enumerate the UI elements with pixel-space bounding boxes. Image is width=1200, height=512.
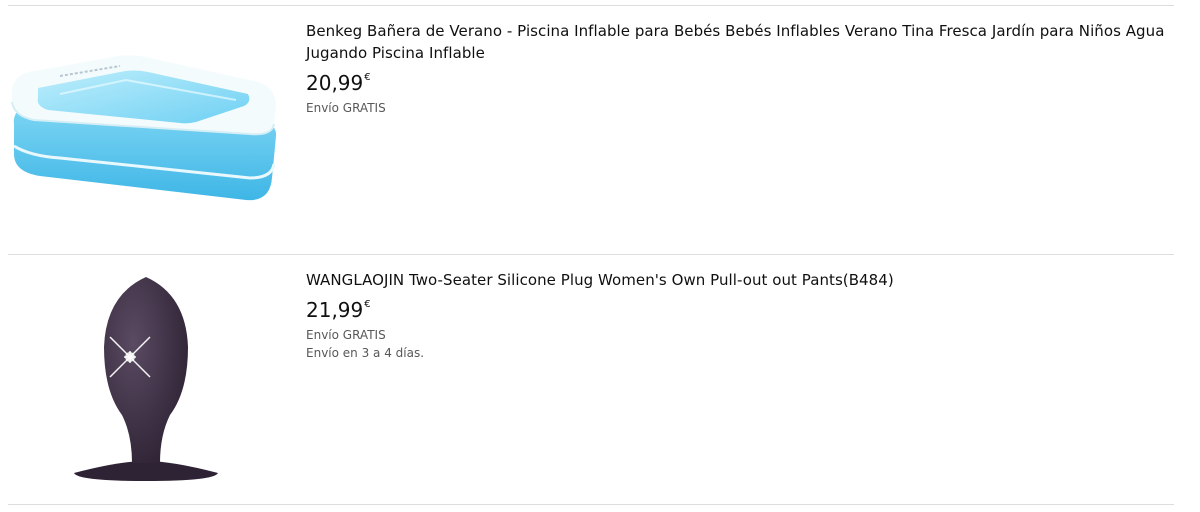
product-title-link[interactable]: WANGLAOJIN Two-Seater Silicone Plug Wome… [306, 269, 1166, 291]
price-whole: 20,99 [306, 71, 364, 95]
shipping-text: Envío GRATIS [306, 101, 386, 115]
shipping-text: Envío GRATIS [306, 328, 386, 342]
result-info: Benkeg Bañera de Verano - Piscina Inflab… [306, 20, 1166, 117]
currency-symbol: € [364, 72, 371, 83]
inflatable-pool-image[interactable] [0, 6, 290, 254]
search-result-item: Benkeg Bañera de Verano - Piscina Inflab… [0, 6, 1200, 254]
price-whole: 21,99 [306, 298, 364, 322]
bottom-divider [8, 504, 1174, 505]
currency-symbol: € [364, 299, 371, 310]
price[interactable]: 20,99 € [306, 70, 1166, 96]
product-title-link[interactable]: Benkeg Bañera de Verano - Piscina Inflab… [306, 20, 1166, 64]
price[interactable]: 21,99 € [306, 297, 1166, 323]
silicone-plug-image[interactable] [0, 255, 290, 504]
search-result-item: WANGLAOJIN Two-Seater Silicone Plug Wome… [0, 255, 1200, 504]
result-info: WANGLAOJIN Two-Seater Silicone Plug Wome… [306, 269, 1166, 362]
delivery-text: Envío en 3 a 4 días. [306, 346, 425, 360]
